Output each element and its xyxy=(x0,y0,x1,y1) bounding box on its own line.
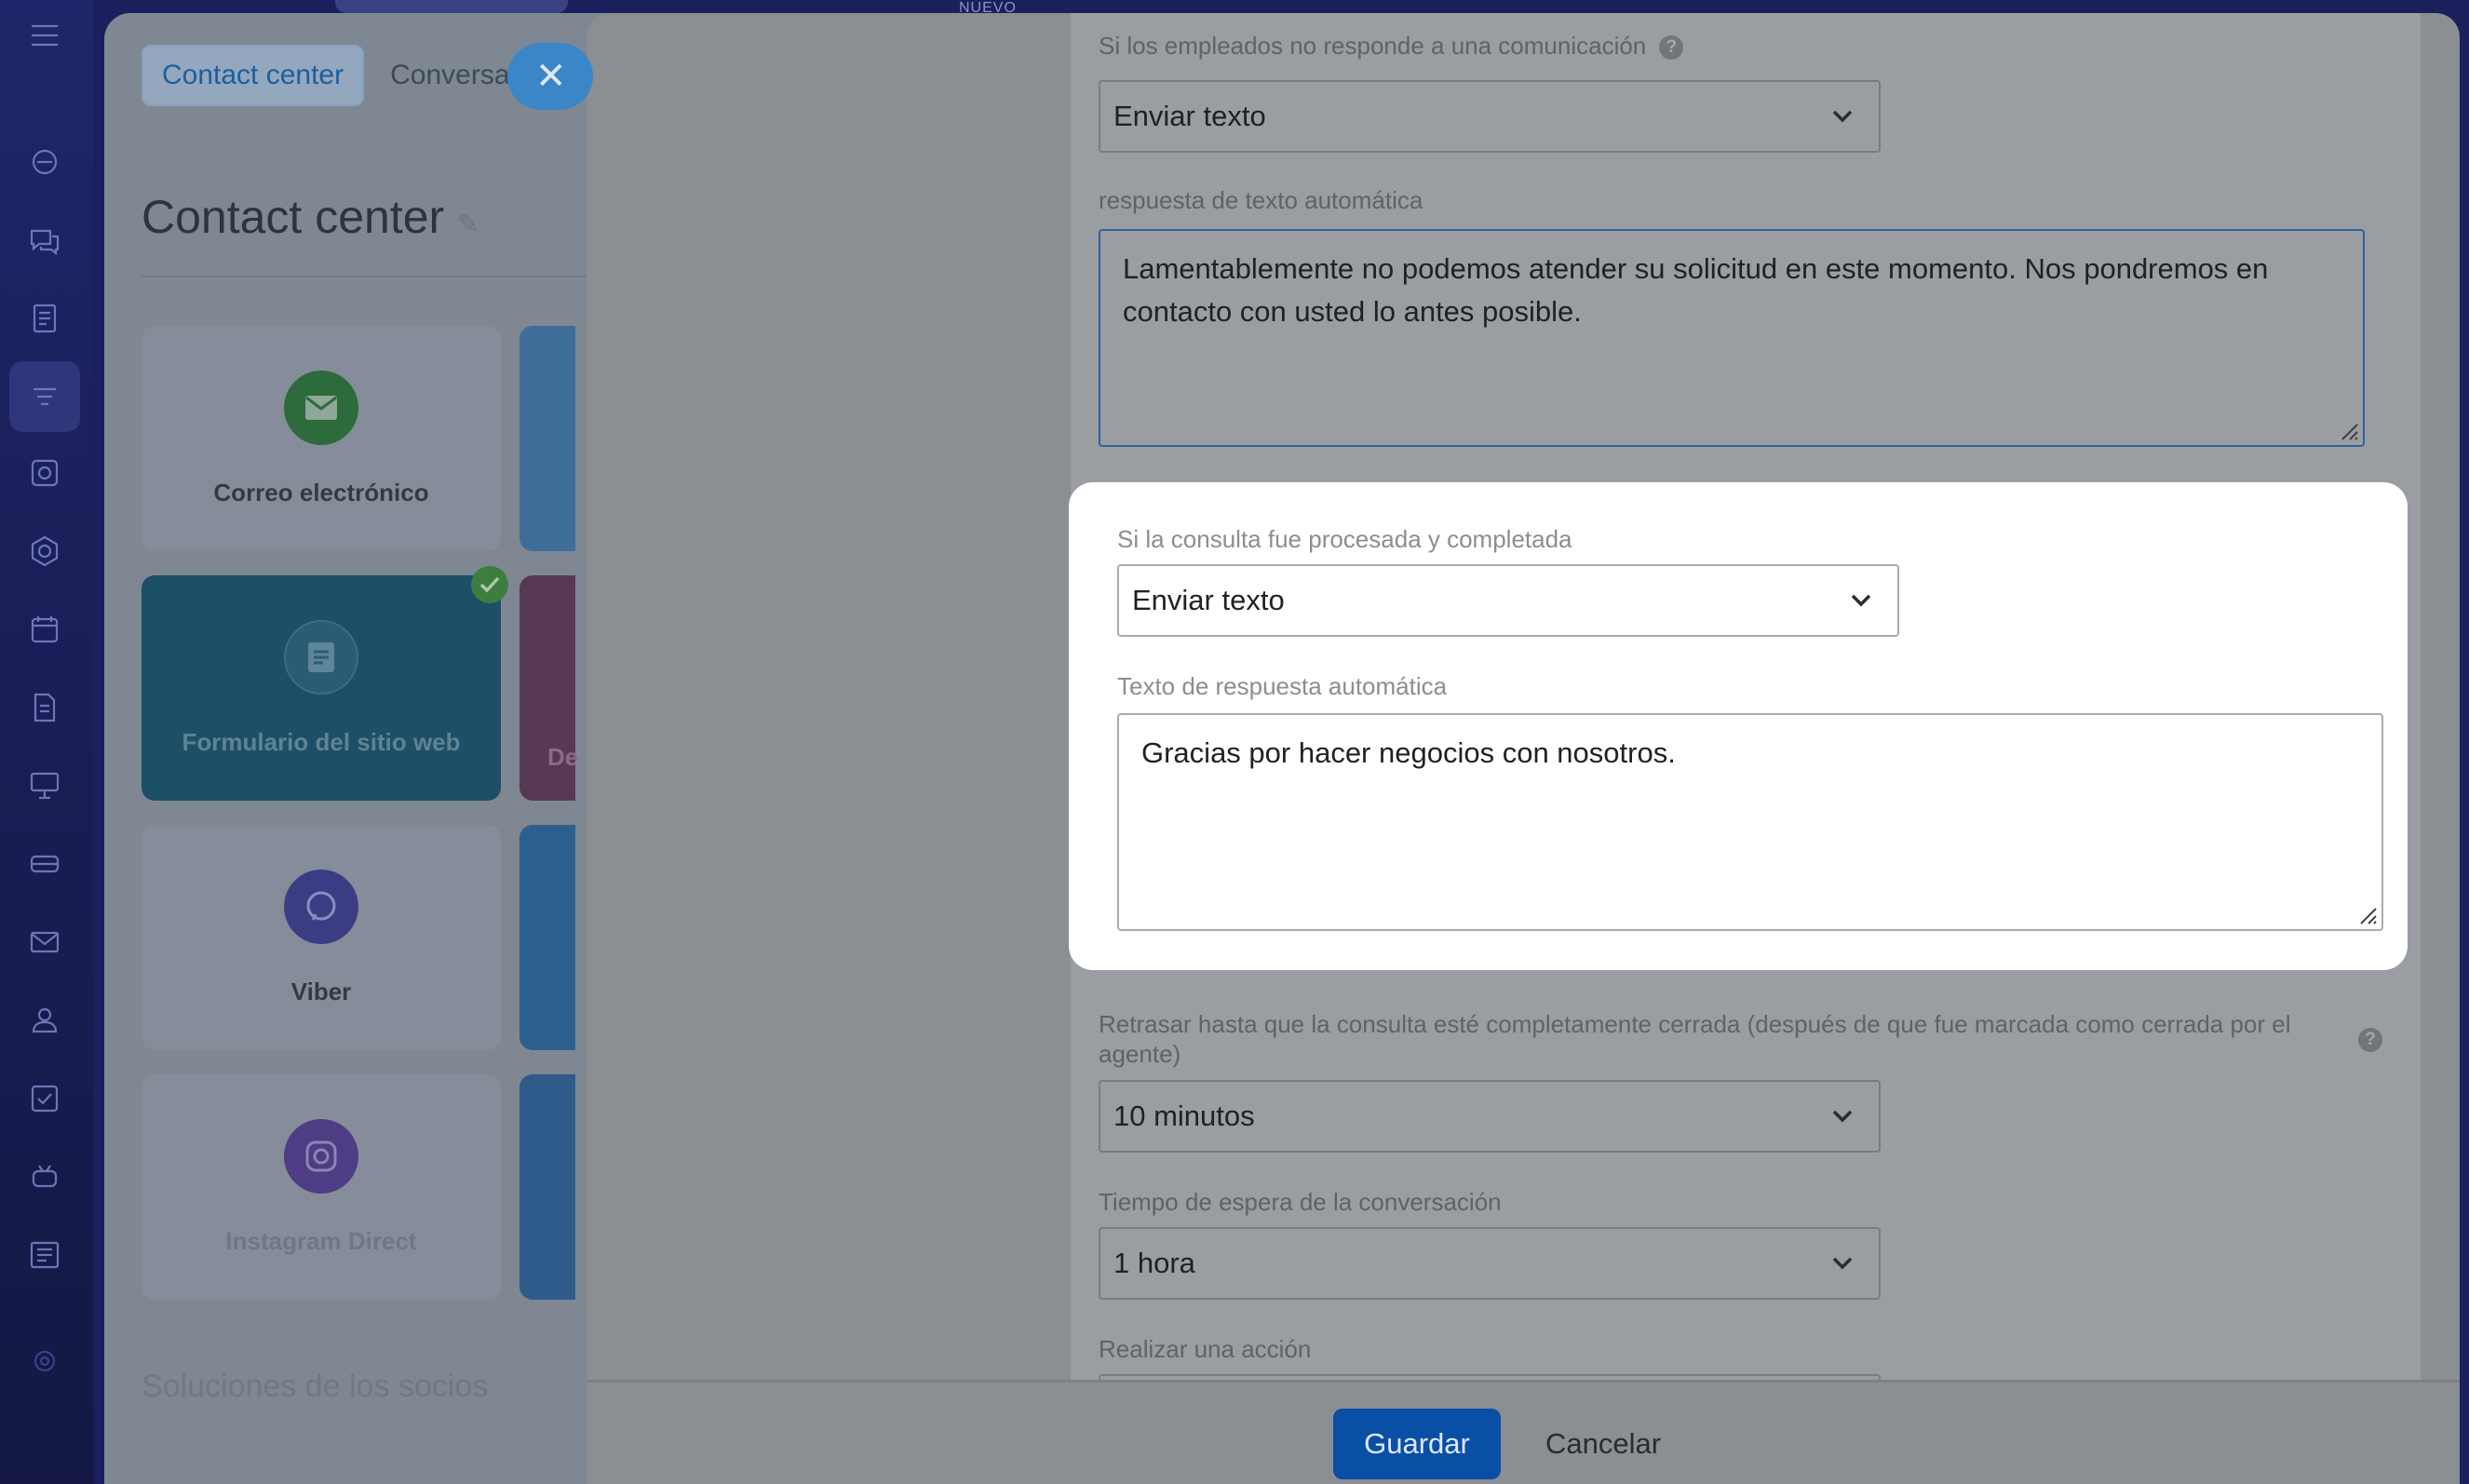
tile-instagram[interactable]: Instagram Direct xyxy=(142,1074,501,1300)
instagram-icon xyxy=(284,1118,358,1194)
no-response-label-text: Si los empleados no responde a una comun… xyxy=(1099,32,1647,60)
page-title-text: Contact center xyxy=(142,191,445,243)
tab-conversations[interactable]: Conversa xyxy=(390,60,509,91)
completed-section-highlight: Si la consulta fue procesada y completad… xyxy=(1069,482,2408,970)
mail-icon[interactable] xyxy=(24,922,65,963)
edit-pencil-icon[interactable]: ✎ xyxy=(457,209,479,238)
tile-partial-4[interactable] xyxy=(519,1074,575,1300)
no-response-label: Si los empleados no responde a una comun… xyxy=(1099,32,1684,61)
auto-text-2-value: Gracias por hacer negocios con nosotros. xyxy=(1141,736,1676,769)
chevron-down-icon xyxy=(1832,1257,1853,1270)
settings-icon[interactable] xyxy=(24,1341,65,1382)
tile-partial-3[interactable] xyxy=(519,825,575,1050)
left-sidebar xyxy=(0,0,93,1484)
delay-value: 10 minutos xyxy=(1113,1100,1255,1132)
sites-icon[interactable] xyxy=(24,843,65,884)
no-response-select[interactable]: Enviar texto xyxy=(1099,80,1881,153)
contact-center-icon[interactable] xyxy=(9,361,80,432)
tile-email-label: Correo electrónico xyxy=(213,478,429,506)
partners-heading: Soluciones de los socios xyxy=(142,1369,489,1404)
robot-icon[interactable] xyxy=(24,1156,65,1197)
help-icon[interactable]: ? xyxy=(1659,35,1684,60)
close-slider-button[interactable]: ✕ xyxy=(507,43,593,110)
tile-web-form-label: Formulario del sitio web xyxy=(182,727,461,756)
auto-text-1-textarea[interactable]: Lamentablemente no podemos atender su so… xyxy=(1099,229,2365,447)
form-icon xyxy=(284,619,358,695)
chat-icon[interactable] xyxy=(24,220,65,261)
auto-text-1-label: respuesta de texto automática xyxy=(1099,186,1423,214)
delay-select[interactable]: 10 minutos xyxy=(1099,1080,1881,1153)
chevron-down-icon xyxy=(1832,110,1853,123)
tab-contact-center[interactable]: Contact center xyxy=(142,45,365,106)
completed-value: Enviar texto xyxy=(1132,584,1285,616)
check-badge-icon xyxy=(471,566,508,603)
completed-select[interactable]: Enviar texto xyxy=(1117,564,1899,637)
viber-icon xyxy=(284,869,358,944)
list-icon[interactable] xyxy=(24,1234,65,1275)
checklist-icon[interactable] xyxy=(24,1078,65,1119)
background-tabs: Contact center Conversa xyxy=(142,45,510,106)
hexagon-icon[interactable] xyxy=(24,531,65,572)
cancel-button[interactable]: Cancelar xyxy=(1545,1409,1661,1479)
wait-time-label: Tiempo de espera de la conversación xyxy=(1099,1188,1502,1216)
presentation-icon[interactable] xyxy=(24,765,65,806)
envelope-icon xyxy=(284,370,358,445)
auto-text-1-value: Lamentablemente no podemos atender su so… xyxy=(1123,252,2269,328)
tile-partial[interactable] xyxy=(519,326,575,551)
delay-label: Retrasar hasta que la consulta esté comp… xyxy=(1099,1010,2291,1068)
chevron-down-icon xyxy=(1832,1110,1853,1123)
documents-icon[interactable] xyxy=(24,687,65,728)
feed-icon[interactable] xyxy=(24,298,65,339)
employees-icon[interactable] xyxy=(24,1000,65,1041)
action-label: Realizar una acción xyxy=(1099,1335,1312,1363)
no-response-value: Enviar texto xyxy=(1113,100,1266,132)
tile-email[interactable]: Correo electrónico xyxy=(142,326,501,551)
close-icon: ✕ xyxy=(535,56,567,97)
tile-partial-2[interactable]: De xyxy=(519,575,579,801)
calendar-icon[interactable] xyxy=(24,609,65,650)
slider-footer: Guardar Cancelar xyxy=(587,1380,2460,1484)
tile-web-form[interactable]: Formulario del sitio web xyxy=(142,575,501,801)
auto-text-2-label: Texto de respuesta automática xyxy=(1117,672,1448,700)
divider xyxy=(142,276,588,277)
chevron-down-icon xyxy=(1851,594,1871,607)
page-title: Contact center ✎ xyxy=(142,190,479,244)
tile-viber-label: Viber xyxy=(290,977,352,1005)
resize-handle-icon[interactable] xyxy=(2357,905,2378,925)
sales-icon[interactable] xyxy=(24,142,65,182)
menu-icon[interactable] xyxy=(24,15,65,56)
wait-time-select[interactable]: 1 hora xyxy=(1099,1227,1881,1300)
completed-label: Si la consulta fue procesada y completad… xyxy=(1117,525,1572,553)
tile-viber[interactable]: Viber xyxy=(142,825,501,1050)
resize-handle-icon[interactable] xyxy=(2339,421,2359,441)
save-button[interactable]: Guardar xyxy=(1333,1409,1501,1479)
delay-help-icon[interactable]: ? xyxy=(2358,1028,2382,1052)
tasks-icon[interactable] xyxy=(24,452,65,493)
auto-text-2-textarea[interactable]: Gracias por hacer negocios con nosotros. xyxy=(1117,713,2383,931)
top-search-strip[interactable] xyxy=(335,0,568,13)
wait-time-value: 1 hora xyxy=(1113,1247,1195,1279)
tile-instagram-label: Instagram Direct xyxy=(225,1226,417,1255)
contact-center-background: Contact center Conversa Contact center ✎ … xyxy=(104,13,626,1484)
tile-partial-2-label: De xyxy=(547,743,579,771)
